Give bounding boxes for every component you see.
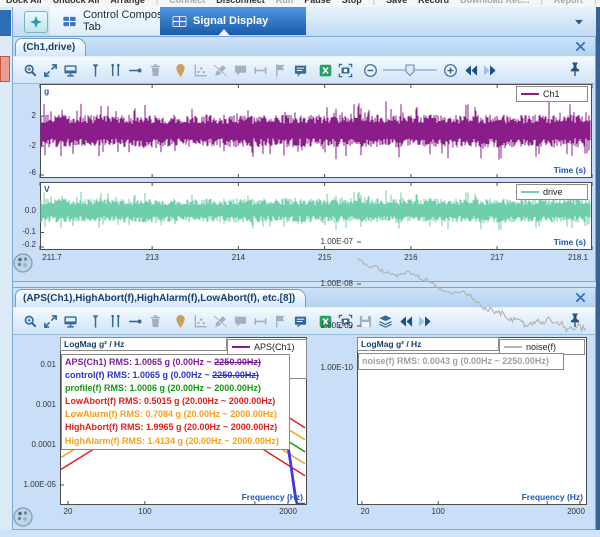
- marker-pin-icon[interactable]: [171, 312, 189, 330]
- compass-star-icon[interactable]: [24, 11, 48, 33]
- cursor-horizontal-icon[interactable]: [126, 61, 144, 79]
- scatter-plot-icon[interactable]: [191, 312, 209, 330]
- window-bottom-edge: [0, 530, 600, 537]
- marker-pin-icon[interactable]: [171, 61, 189, 79]
- grid-tab-icon: [62, 14, 77, 29]
- app-window: Dock All Undock All Arrange | Connect Disconn…: [0, 0, 600, 537]
- panel-title-tab[interactable]: (APS(Ch1),HighAbort(f),HighAlarm(f),LowA…: [15, 289, 306, 307]
- snapshot-camera-icon[interactable]: [336, 312, 354, 330]
- delete-trash-icon[interactable]: [146, 312, 164, 330]
- display-monitor-icon[interactable]: [61, 61, 79, 79]
- zoom-out-icon[interactable]: [361, 61, 379, 79]
- pen-off-icon[interactable]: [211, 312, 229, 330]
- menu-item-report[interactable]: Report: [554, 0, 583, 7]
- pushpin-icon[interactable]: [567, 312, 583, 328]
- resize-expand-icon[interactable]: [41, 61, 59, 79]
- menu-item-pause[interactable]: Pause: [304, 0, 331, 7]
- comment-bubble-icon[interactable]: [231, 312, 249, 330]
- menu-separator: |: [373, 0, 375, 7]
- close-icon[interactable]: [574, 291, 587, 304]
- zoom-search-icon[interactable]: [21, 312, 39, 330]
- distance-ruler-icon[interactable]: [251, 312, 269, 330]
- comment-bubble-icon[interactable]: [231, 61, 249, 79]
- menu-item-save[interactable]: Save: [386, 0, 407, 7]
- menu-separator: |: [594, 0, 596, 7]
- zoom-search-icon[interactable]: [21, 61, 39, 79]
- docked-panel-fragment: [0, 56, 10, 82]
- resize-expand-icon[interactable]: [41, 312, 59, 330]
- save-disk-icon[interactable]: [356, 312, 374, 330]
- annotation-note-icon[interactable]: [291, 312, 309, 330]
- chevron-down-icon[interactable]: [572, 15, 586, 29]
- frame-next-icon[interactable]: [481, 61, 499, 79]
- cursor-pair-icon[interactable]: [106, 61, 124, 79]
- close-icon[interactable]: [574, 40, 587, 53]
- zoom-in-icon[interactable]: [441, 61, 459, 79]
- panel-title-bar: (APS(Ch1),HighAbort(f),HighAlarm(f),LowA…: [13, 288, 595, 307]
- menu-item-connect[interactable]: Connect: [169, 0, 205, 7]
- layers-icon[interactable]: [376, 312, 394, 330]
- grid-tab-icon: [172, 14, 187, 29]
- distance-ruler-icon[interactable]: [251, 61, 269, 79]
- pushpin-icon[interactable]: [567, 61, 583, 77]
- panel-title-bar: (Ch1,drive): [13, 37, 595, 56]
- excel-export-icon[interactable]: [316, 61, 334, 79]
- cursor-single-icon[interactable]: [86, 61, 104, 79]
- tab-label: Signal Display: [193, 15, 268, 27]
- palette-ball-icon[interactable]: [12, 252, 34, 274]
- active-tab-notch: [218, 29, 230, 36]
- display-monitor-icon[interactable]: [61, 312, 79, 330]
- delete-trash-icon[interactable]: [146, 61, 164, 79]
- noise-spectrum-plot[interactable]: [357, 337, 587, 505]
- menu-item-stop[interactable]: Stop: [342, 0, 362, 7]
- menu-item-disconnect[interactable]: Disconnect: [216, 0, 265, 7]
- menu-item-record[interactable]: Record: [418, 0, 449, 7]
- cursor-pair-icon[interactable]: [106, 312, 124, 330]
- scatter-plot-icon[interactable]: [191, 61, 209, 79]
- frame-prev-icon[interactable]: [461, 61, 479, 79]
- menu-separator: |: [156, 0, 158, 7]
- aps-spectrum-plot[interactable]: [60, 337, 307, 505]
- plot-toolbar: [13, 56, 595, 84]
- menu-item-undock-all[interactable]: Undock All: [53, 0, 100, 7]
- flag-icon[interactable]: [271, 61, 289, 79]
- menu-item-run[interactable]: Run: [276, 0, 294, 7]
- flag-icon[interactable]: [271, 312, 289, 330]
- frame-next-icon[interactable]: [416, 312, 434, 330]
- drive-waveform-plot[interactable]: [40, 182, 592, 250]
- menu-item-download-rec[interactable]: Download Rec...: [460, 0, 530, 7]
- tab-bar: Control Composite Tab Signal Display: [0, 7, 600, 37]
- excel-export-icon[interactable]: [316, 312, 334, 330]
- pen-off-icon[interactable]: [211, 61, 229, 79]
- ch1-waveform-plot[interactable]: [40, 84, 592, 178]
- snapshot-camera-icon[interactable]: [336, 61, 354, 79]
- zoom-slider-icon[interactable]: [381, 61, 439, 79]
- palette-ball-icon[interactable]: [12, 506, 34, 528]
- cursor-horizontal-icon[interactable]: [126, 312, 144, 330]
- cursor-single-icon[interactable]: [86, 312, 104, 330]
- window-right-edge: [596, 7, 600, 530]
- tab-signal-display[interactable]: Signal Display: [160, 7, 306, 35]
- annotation-note-icon[interactable]: [291, 61, 309, 79]
- menu-separator: |: [541, 0, 543, 7]
- menu-item-dock-all[interactable]: Dock All: [6, 0, 42, 7]
- panel-title-tab[interactable]: (Ch1,drive): [15, 38, 86, 56]
- frame-prev-icon[interactable]: [396, 312, 414, 330]
- menu-item-arrange[interactable]: Arrange: [110, 0, 145, 7]
- plot-toolbar: [13, 307, 595, 335]
